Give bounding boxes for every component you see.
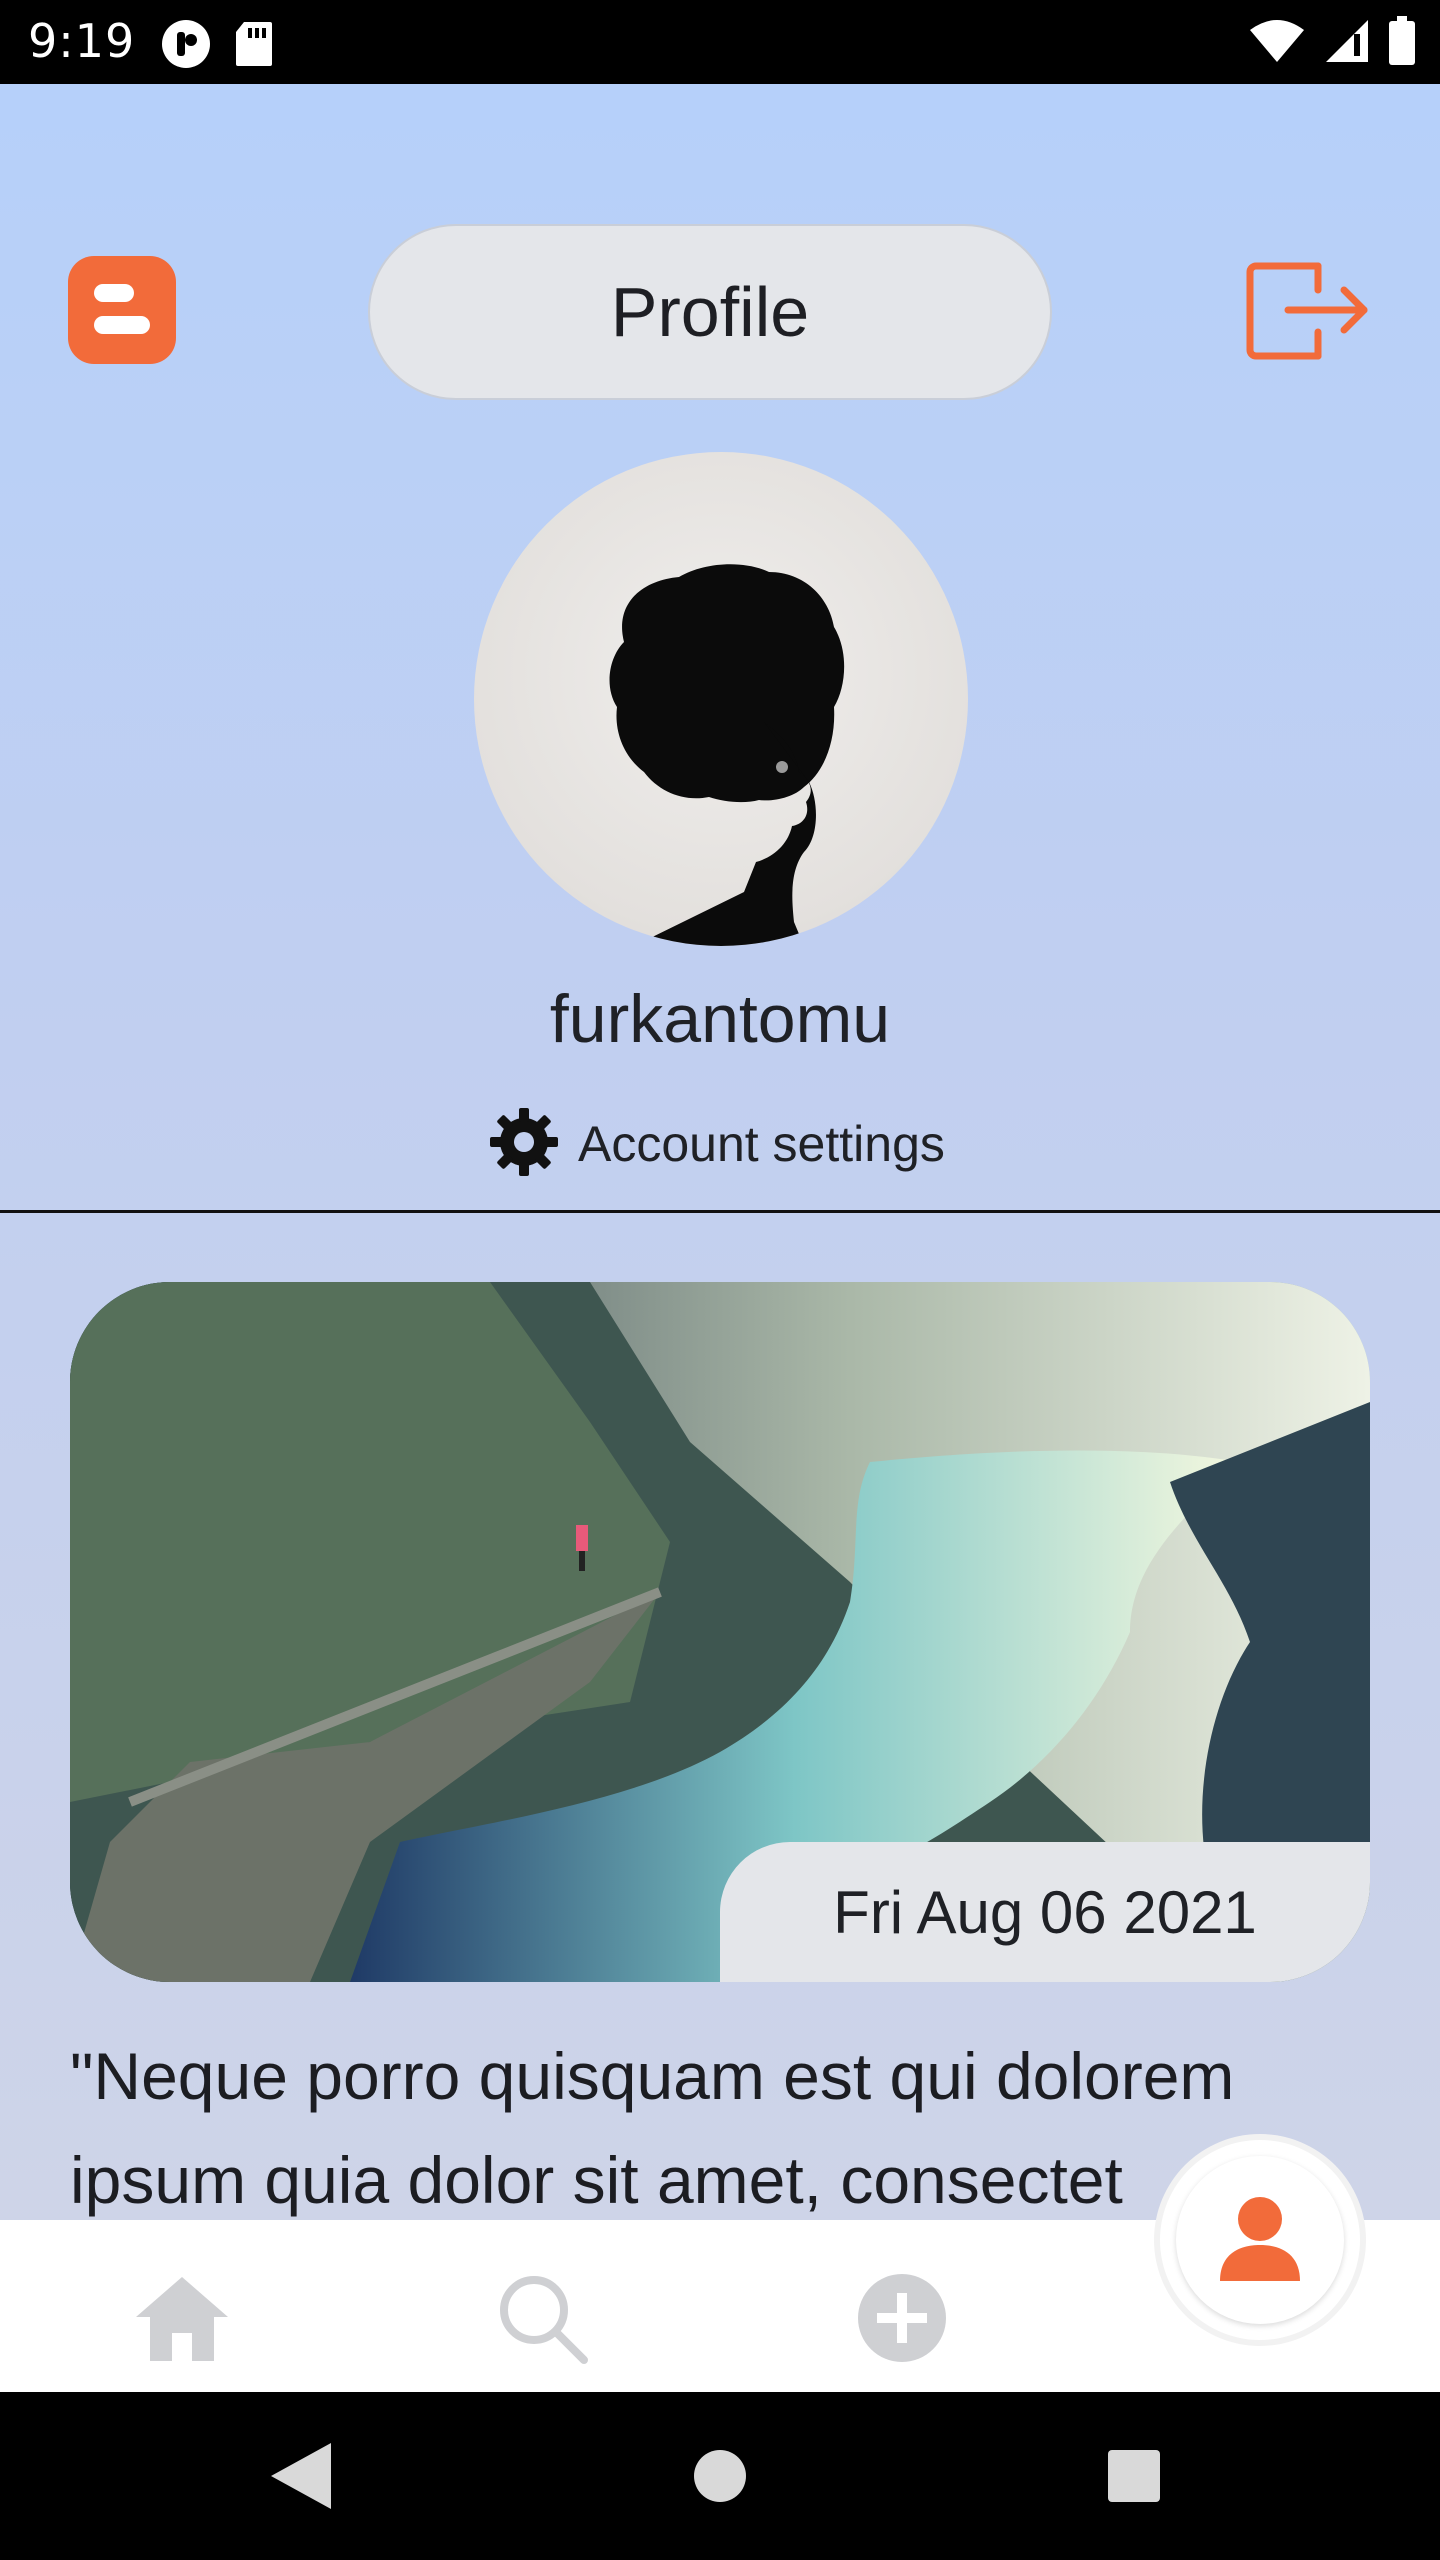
post-card[interactable]: Fri Aug 06 2021 xyxy=(70,1282,1370,1982)
search-icon xyxy=(496,2272,588,2369)
profile-icon xyxy=(1218,2193,1302,2288)
home-icon xyxy=(134,2273,230,2368)
notification-app-icon xyxy=(160,18,212,75)
back-icon[interactable] xyxy=(260,2436,340,2516)
gear-icon xyxy=(488,1106,560,1183)
nav-profile-button[interactable] xyxy=(1176,2156,1344,2324)
wifi-icon xyxy=(1248,18,1306,69)
account-settings-button[interactable]: Account settings xyxy=(488,1104,945,1184)
nav-add-button[interactable] xyxy=(852,2270,952,2370)
logout-icon[interactable] xyxy=(1244,246,1372,374)
status-time: 9:19 xyxy=(28,14,136,68)
account-settings-label: Account settings xyxy=(578,1116,945,1172)
app-screen: Profile furkantomu Account settings Fri … xyxy=(0,84,1440,2220)
page-title: Profile xyxy=(368,224,1052,400)
blogger-logo-icon[interactable] xyxy=(68,256,176,364)
divider xyxy=(0,1210,1440,1213)
sd-card-icon xyxy=(234,20,274,73)
username: furkantomu xyxy=(549,981,891,1057)
nav-home-button[interactable] xyxy=(132,2270,232,2370)
nav-search-button[interactable] xyxy=(492,2270,592,2370)
avatar[interactable] xyxy=(474,452,968,946)
signal-icon xyxy=(1324,18,1370,69)
post-date-badge: Fri Aug 06 2021 xyxy=(720,1842,1370,1982)
battery-icon xyxy=(1388,16,1416,71)
status-bar: 9:19 xyxy=(0,0,1440,84)
system-nav-bar xyxy=(0,2392,1440,2560)
home-circle-icon[interactable] xyxy=(680,2436,760,2516)
recents-icon[interactable] xyxy=(1094,2436,1174,2516)
add-circle-icon xyxy=(857,2273,947,2368)
